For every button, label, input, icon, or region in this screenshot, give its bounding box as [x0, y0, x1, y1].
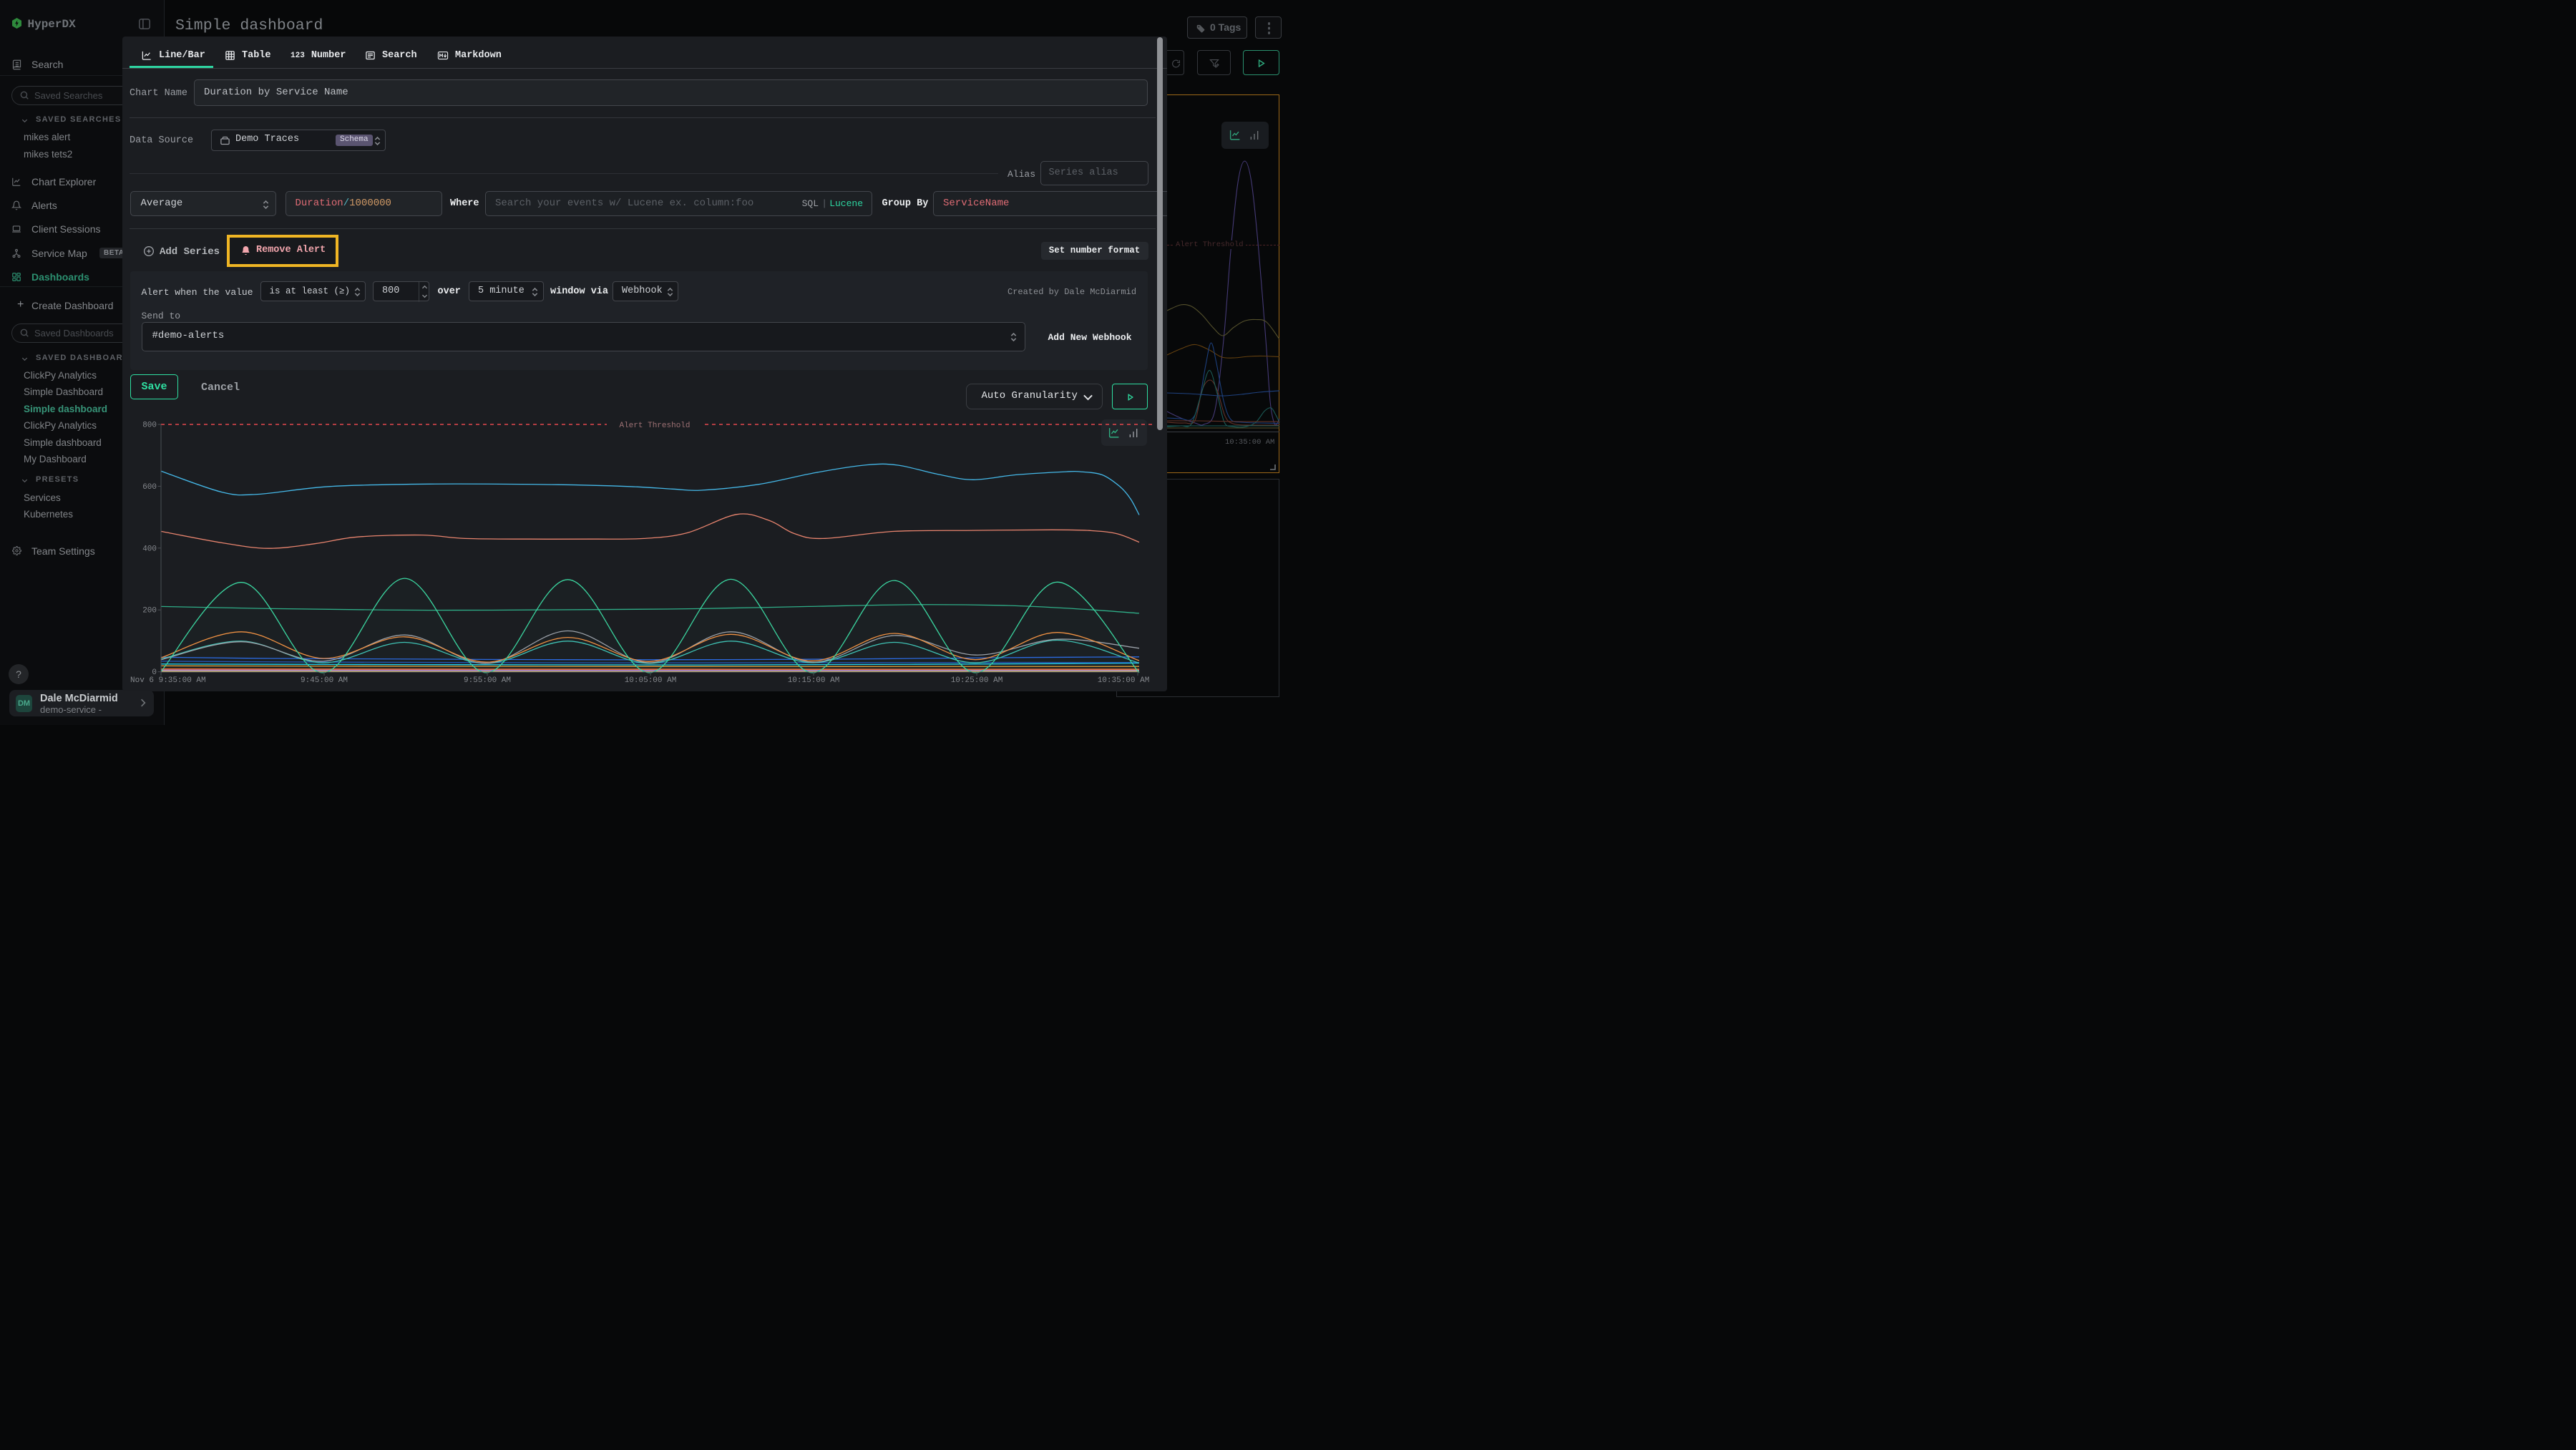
svg-text:200: 200 [142, 607, 157, 615]
svg-text:10:15:00 AM: 10:15:00 AM [788, 676, 840, 685]
svg-text:10:35:00 AM: 10:35:00 AM [1098, 676, 1150, 685]
svg-text:400: 400 [142, 545, 157, 553]
svg-text:9:45:00 AM: 9:45:00 AM [301, 676, 348, 685]
svg-text:10:05:00 AM: 10:05:00 AM [625, 676, 677, 685]
svg-text:800: 800 [142, 422, 157, 430]
svg-text:10:25:00 AM: 10:25:00 AM [951, 676, 1003, 685]
svg-text:600: 600 [142, 483, 157, 492]
svg-text:Nov 6 9:35:00 AM: Nov 6 9:35:00 AM [130, 676, 206, 685]
svg-text:9:55:00 AM: 9:55:00 AM [464, 676, 511, 685]
svg-text:Alert Threshold: Alert Threshold [619, 422, 690, 430]
